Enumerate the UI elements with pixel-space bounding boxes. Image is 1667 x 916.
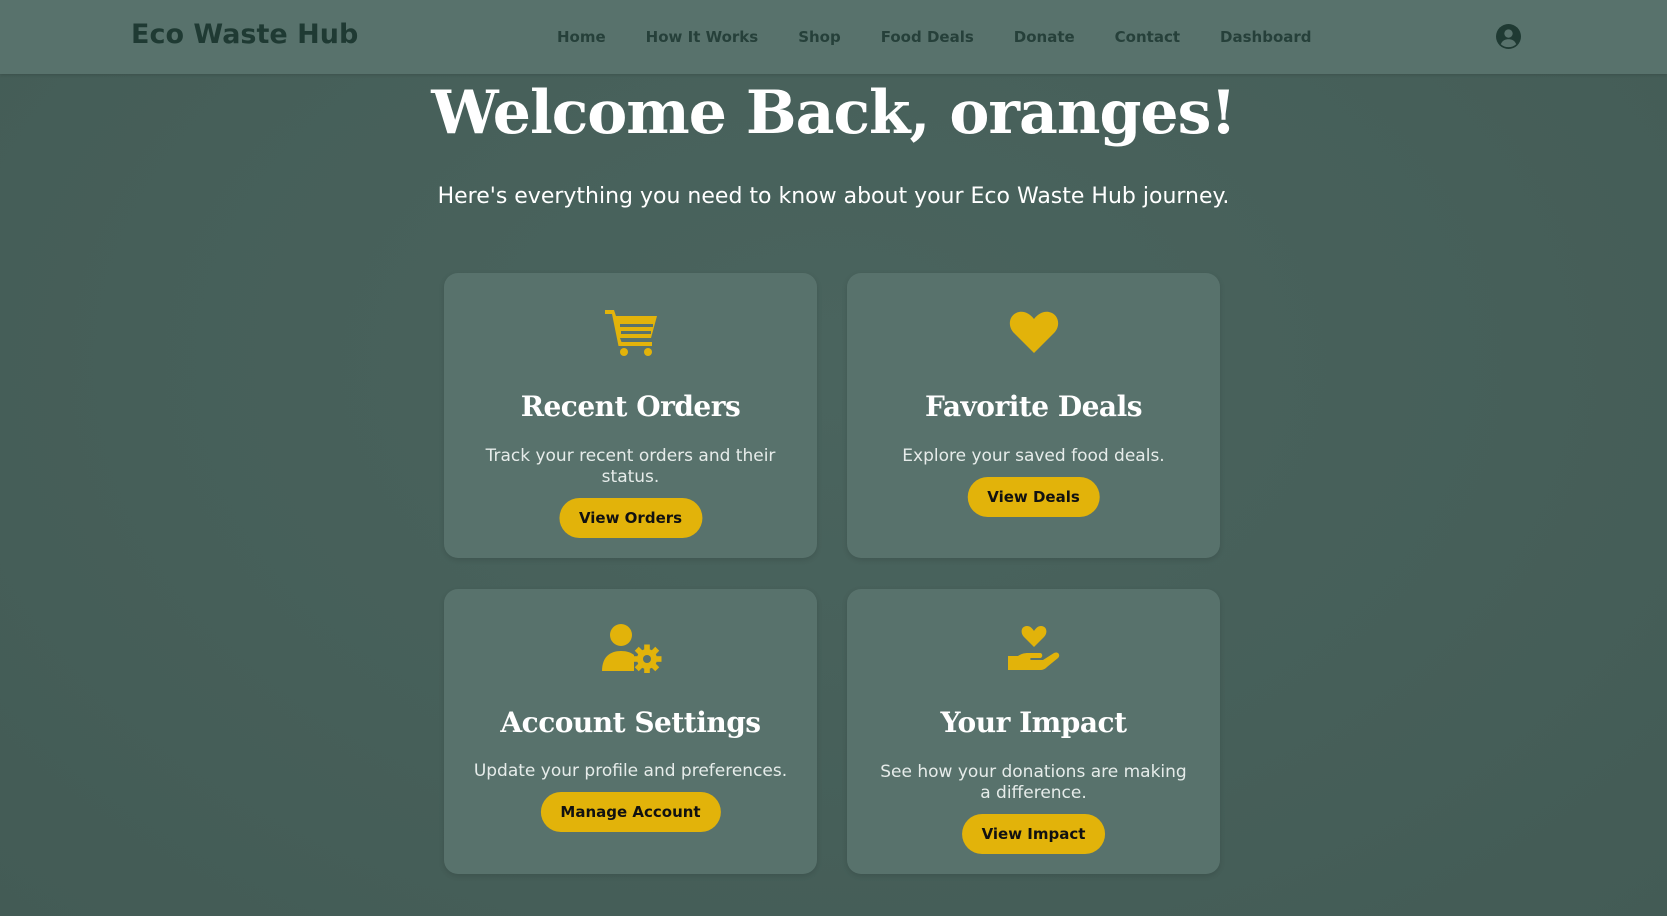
dashboard-page: Eco Waste Hub Home How It Works Shop Foo… [0,0,1667,916]
nav-link-how-it-works[interactable]: How It Works [646,26,759,48]
card-description: See how your donations are making a diff… [880,762,1187,803]
account-settings-card: Account Settings Update your profile and… [444,589,817,874]
welcome-heading: Welcome Back, oranges! [431,78,1236,148]
your-impact-card: Your Impact See how your donations are m… [847,589,1220,874]
nav-link-shop[interactable]: Shop [798,26,841,48]
card-title: Your Impact [940,706,1127,739]
nav-link-dashboard[interactable]: Dashboard [1220,26,1311,48]
manage-account-button[interactable]: Manage Account [540,792,721,832]
heart-icon [847,307,1220,357]
brand-logo-link[interactable]: Eco Waste Hub [131,19,358,50]
top-navbar: Eco Waste Hub Home How It Works Shop Foo… [0,0,1667,74]
nav-link-home[interactable]: Home [557,26,606,48]
card-description: Explore your saved food deals. [902,446,1165,466]
card-description: Track your recent orders and their statu… [485,446,776,487]
card-description: Update your profile and preferences. [473,761,788,781]
view-orders-button[interactable]: View Orders [558,498,703,538]
favorite-deals-card: Favorite Deals Explore your saved food d… [847,273,1220,558]
nav-link-contact[interactable]: Contact [1115,26,1180,48]
nav-link-food-deals[interactable]: Food Deals [881,26,974,48]
card-title: Account Settings [500,706,761,739]
hand-holding-heart-icon [847,623,1220,673]
main-nav: Home How It Works Shop Food Deals Donate… [557,26,1312,48]
user-circle-icon[interactable] [1496,24,1521,49]
card-title: Favorite Deals [925,390,1142,423]
user-gear-icon [444,623,817,673]
shopping-cart-icon [444,307,817,357]
welcome-subtitle: Here's everything you need to know about… [437,184,1230,209]
view-impact-button[interactable]: View Impact [961,814,1106,854]
view-deals-button[interactable]: View Deals [967,477,1100,517]
nav-link-donate[interactable]: Donate [1014,26,1075,48]
card-title: Recent Orders [520,390,741,423]
recent-orders-card: Recent Orders Track your recent orders a… [444,273,817,558]
